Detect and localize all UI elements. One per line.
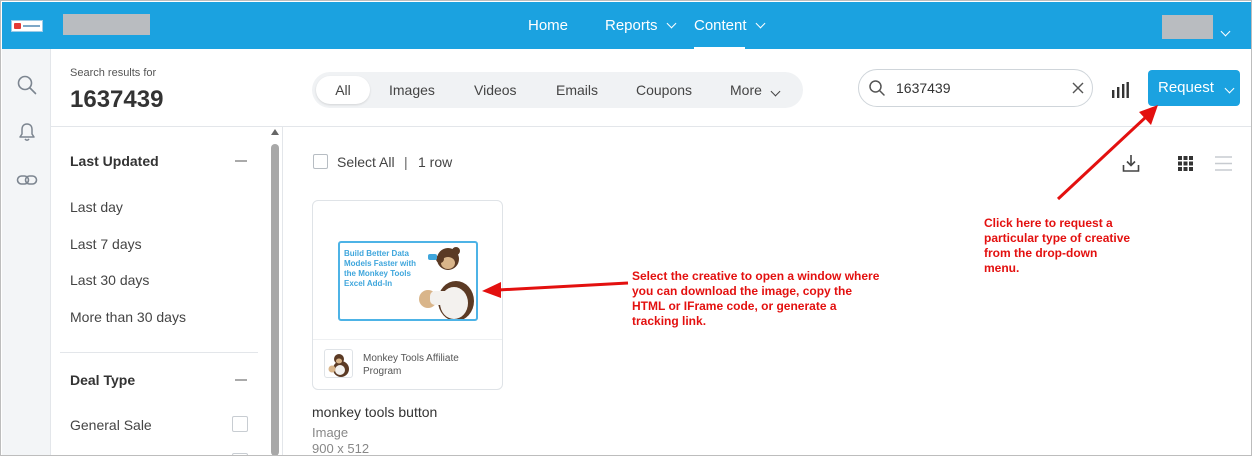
arrow-to-creative	[482, 281, 629, 298]
scroll-up-arrow-icon[interactable]	[271, 129, 279, 135]
nav-reports[interactable]: Reports	[605, 2, 676, 49]
select-all-checkbox[interactable]	[313, 154, 328, 169]
search-icon	[869, 80, 885, 96]
search-box	[858, 69, 1093, 107]
nav-home[interactable]: Home	[528, 2, 568, 49]
filter-option[interactable]: Last 7 days	[70, 236, 142, 252]
tab-more-label: More	[730, 82, 762, 98]
left-icon-rail	[2, 49, 51, 455]
filter-option[interactable]: Last day	[70, 199, 123, 215]
user-menu-chevron-icon[interactable]	[1220, 22, 1231, 40]
tab-images[interactable]: Images	[389, 72, 435, 108]
app-window: Home Reports Content Search results for …	[0, 0, 1252, 456]
chevron-down-icon	[770, 86, 781, 97]
tab-all[interactable]: All	[316, 76, 370, 104]
filter-heading-last-updated: Last Updated	[70, 153, 159, 169]
row-count: 1 row	[418, 154, 453, 170]
annotation-creative-note: Select the creative to open a window whe…	[632, 269, 880, 328]
tab-coupons[interactable]: Coupons	[636, 72, 692, 108]
bar-chart-icon[interactable]	[1111, 82, 1129, 98]
affiliate-program-name: Monkey Tools Affiliate Program	[363, 353, 459, 377]
list-view-icon[interactable]	[1215, 156, 1232, 171]
select-all-label[interactable]: Select All	[337, 154, 395, 170]
nav-reports-label: Reports	[605, 17, 658, 34]
clear-search-icon[interactable]	[1069, 79, 1087, 97]
download-icon[interactable]	[1122, 153, 1140, 173]
content-type-tabs: All Images Videos Emails Coupons More	[312, 72, 803, 108]
nav-content-label: Content	[694, 17, 747, 34]
collapse-deal-type-icon[interactable]	[235, 379, 247, 381]
monkey-mascot-image	[419, 247, 474, 319]
search-results-label: Search results for	[70, 67, 157, 79]
search-input[interactable]	[896, 78, 1056, 98]
chevron-down-icon	[1224, 83, 1235, 94]
filter-option[interactable]: General Sale	[70, 417, 152, 433]
request-button-label: Request	[1158, 79, 1214, 96]
grid-view-icon[interactable]	[1178, 156, 1193, 171]
filter-divider	[60, 352, 258, 353]
filter-option[interactable]: Last 30 days	[70, 272, 149, 288]
filter-scrollbar[interactable]	[270, 129, 279, 455]
filter-option[interactable]: More than 30 days	[70, 309, 186, 325]
nav-content[interactable]: Content	[694, 2, 765, 49]
company-logo[interactable]	[11, 20, 43, 32]
creative-type: Image	[312, 425, 349, 440]
nav-home-label: Home	[528, 17, 569, 34]
brand-name-redacted	[63, 14, 150, 35]
collapse-last-updated-icon[interactable]	[235, 160, 247, 162]
card-divider	[313, 339, 502, 340]
creative-title[interactable]: monkey tools button	[312, 404, 437, 420]
tab-videos[interactable]: Videos	[474, 72, 517, 108]
chevron-down-icon	[666, 18, 676, 29]
tab-emails[interactable]: Emails	[556, 72, 598, 108]
search-term-heading: 1637439	[70, 86, 164, 113]
creative-card[interactable]: Build Better Data Models Faster with the…	[312, 200, 503, 390]
filter-panel: Last Updated Last day Last 7 days Last 3…	[51, 127, 283, 455]
creative-banner-text: Build Better Data Models Faster with the…	[344, 249, 417, 288]
creative-image[interactable]: Build Better Data Models Faster with the…	[338, 241, 478, 321]
user-avatar-redacted[interactable]	[1162, 15, 1213, 39]
active-nav-indicator	[694, 47, 745, 50]
creative-dimensions: 900 x 512	[312, 441, 370, 456]
filter-heading-deal-type: Deal Type	[70, 372, 136, 388]
search-icon[interactable]	[16, 74, 38, 96]
top-navigation-bar: Home Reports Content	[2, 2, 1251, 50]
separator: |	[404, 154, 408, 170]
arrow-to-request-button	[1056, 105, 1158, 201]
bell-icon[interactable]	[16, 121, 38, 143]
filter-checkbox[interactable]	[232, 416, 248, 432]
chevron-down-icon	[755, 18, 765, 29]
request-button[interactable]: Request	[1148, 70, 1240, 106]
link-icon[interactable]	[16, 169, 38, 191]
annotation-request-note: Click here to request a particular type …	[984, 216, 1131, 275]
affiliate-logo	[324, 349, 353, 378]
tab-more[interactable]: More	[730, 72, 781, 108]
scrollbar-thumb[interactable]	[271, 144, 279, 455]
